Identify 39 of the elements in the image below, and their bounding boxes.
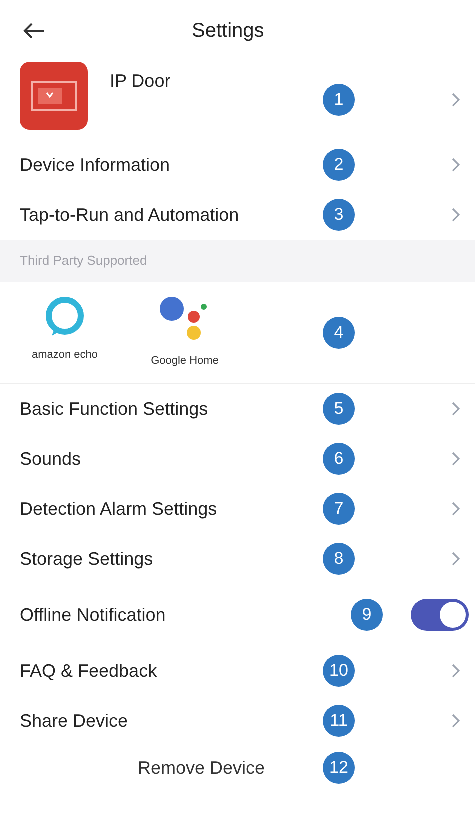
chevron-right-icon xyxy=(451,401,461,417)
device-icon[interactable] xyxy=(20,62,88,130)
setting-label: Offline Notification xyxy=(20,604,167,626)
setting-label[interactable]: Device Information xyxy=(20,152,323,178)
number-badge: 10 xyxy=(323,655,355,687)
number-badge: 5 xyxy=(323,393,355,425)
setting-label[interactable]: Share Device xyxy=(20,708,323,734)
setting-label[interactable]: FAQ & Feedback xyxy=(20,658,323,684)
chevron-right-icon xyxy=(451,663,461,679)
chevron-right-icon xyxy=(451,92,461,108)
number-badge: 1 xyxy=(323,84,355,116)
device-name[interactable]: IP Door xyxy=(110,68,323,95)
setting-label[interactable]: Storage Settings xyxy=(20,546,323,572)
service-caption: Google Home xyxy=(151,354,219,370)
chevron-right-icon xyxy=(451,451,461,467)
number-badge: 11 xyxy=(323,705,355,737)
chevron-right-icon xyxy=(451,713,461,729)
setting-label[interactable]: Detection Alarm Settings xyxy=(20,496,323,522)
chevron-right-icon xyxy=(451,157,461,173)
toggle-switch[interactable] xyxy=(411,599,469,631)
number-badge: 7 xyxy=(323,493,355,525)
number-badge: 2 xyxy=(323,149,355,181)
back-arrow-icon[interactable] xyxy=(22,21,46,41)
setting-label[interactable]: Sounds xyxy=(20,446,323,472)
number-badge: 6 xyxy=(323,443,355,475)
number-badge: 8 xyxy=(323,543,355,575)
remove-device-button[interactable]: Remove Device xyxy=(138,754,265,782)
setting-label[interactable]: Basic Function Settings xyxy=(20,396,323,422)
number-badge: 4 xyxy=(323,316,355,348)
chevron-right-icon xyxy=(451,501,461,517)
setting-label[interactable]: Tap-to-Run and Automation xyxy=(20,202,323,228)
number-badge: 3 xyxy=(323,199,355,231)
page-title: Settings xyxy=(192,19,264,44)
number-badge: 9 xyxy=(351,599,383,631)
chevron-right-icon xyxy=(451,551,461,567)
chevron-right-icon xyxy=(451,207,461,223)
section-header: Third Party Supported xyxy=(0,240,475,282)
number-badge: 12 xyxy=(323,752,355,784)
service-caption: amazon echo xyxy=(32,348,98,364)
